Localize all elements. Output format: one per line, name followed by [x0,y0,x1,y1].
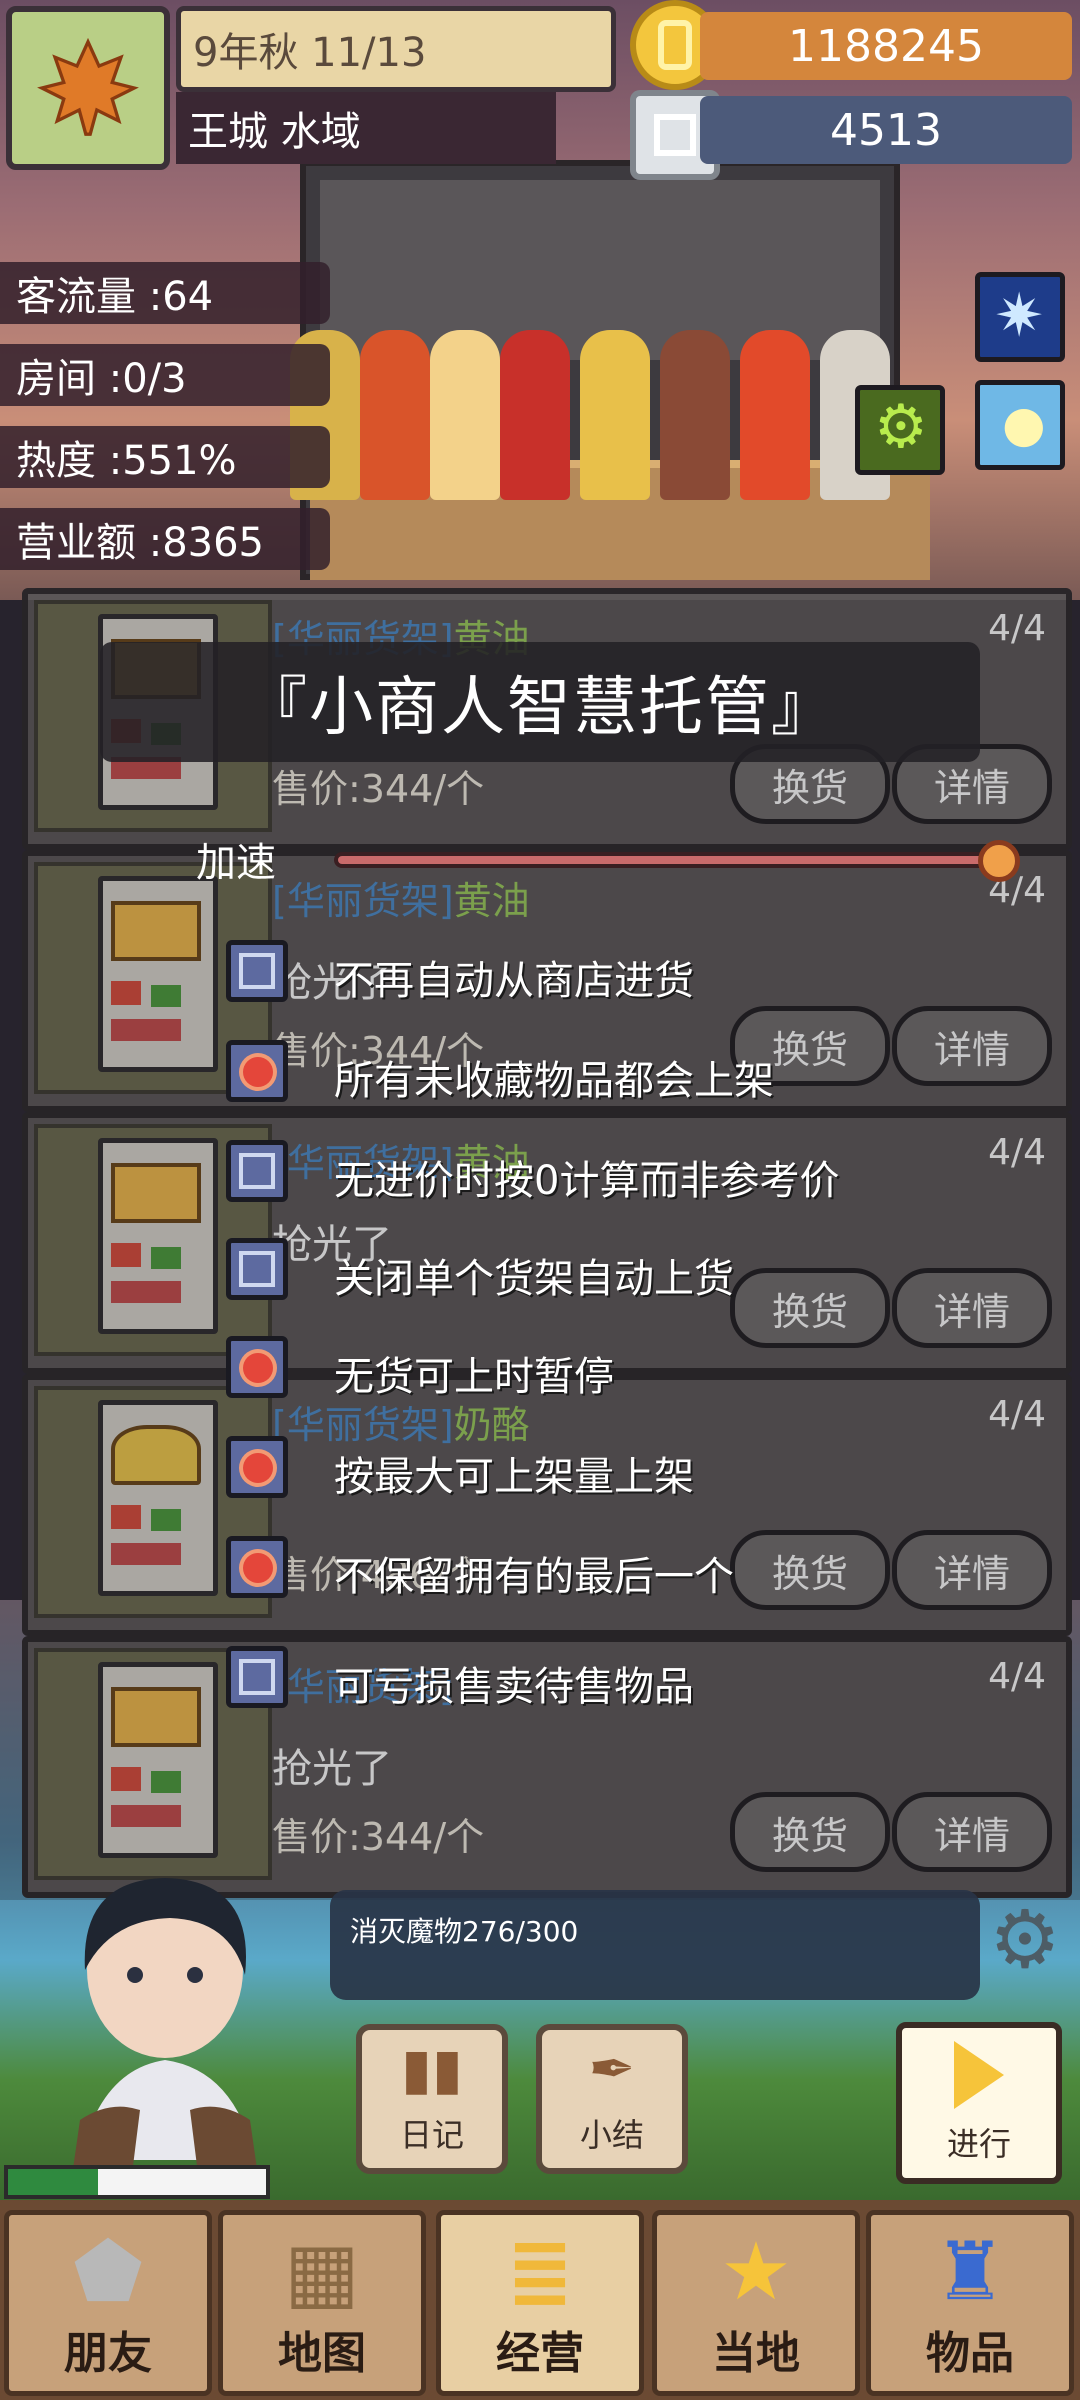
speed-label: 加速 [196,840,276,886]
speed-slider[interactable] [334,852,994,868]
stat-traffic: 客流量 :64 [0,262,330,324]
quest-tracker[interactable]: 消灭魔物276/300 [330,1890,980,2000]
diary-button[interactable]: ▮▮ 日记 [356,2024,508,2174]
option-checkbox[interactable] [226,1436,288,1498]
game-date: 9年秋 11/13 [176,6,616,92]
option-label[interactable]: 所有未收藏物品都会上架 [334,1048,774,1106]
location-label: 王城 水域 [176,92,556,164]
quill-icon: ✒ [588,2037,636,2102]
overlay-title: 『小商人智慧托管』 [100,642,980,762]
tab-map[interactable]: ▦ 地图 [218,2210,426,2396]
speed-slider-handle[interactable] [978,840,1020,882]
bag-icon: ♜ [934,2225,1006,2318]
settings-gear-icon[interactable]: ⚙ [980,1895,1070,1985]
coin-stack-icon: ≣ [506,2225,574,2318]
silver-amount: 4513 [700,96,1072,164]
tab-local[interactable]: ★ 当地 [652,2210,860,2396]
option-label[interactable]: 无货可上时暂停 [334,1344,614,1402]
map-icon: ▦ [284,2225,360,2318]
option-checkbox[interactable] [226,1646,288,1708]
player-hp-fill [8,2169,99,2195]
maple-leaf-icon[interactable] [6,6,170,170]
recycle-icon[interactable] [855,385,945,475]
tab-business[interactable]: ≣ 经营 [436,2210,644,2396]
shield-icon: ⬟ [73,2225,143,2318]
tab-friends[interactable]: ⬟ 朋友 [4,2210,212,2396]
option-label[interactable]: 按最大可上架量上架 [334,1444,694,1502]
option-label[interactable]: 关闭单个货架自动上货 [334,1246,734,1304]
lightbulb-icon[interactable] [975,380,1065,470]
burst-skill-icon[interactable] [975,272,1065,362]
option-checkbox[interactable] [226,1140,288,1202]
option-checkbox[interactable] [226,1336,288,1398]
book-icon: ▮▮ [401,2037,463,2102]
gold-amount: 1188245 [700,12,1072,80]
option-checkbox[interactable] [226,940,288,1002]
option-label[interactable]: 无进价时按0计算而非参考价 [334,1148,839,1206]
option-checkbox[interactable] [226,1238,288,1300]
option-label[interactable]: 可亏损售卖待售物品 [334,1654,694,1712]
player-avatar[interactable] [40,1860,290,2190]
stat-popularity: 热度 :551% [0,426,330,488]
player-hp-bar [4,2165,270,2199]
stat-revenue: 营业额 :8365 [0,508,330,570]
tab-items[interactable]: ♜ 物品 [866,2210,1074,2396]
option-checkbox[interactable] [226,1536,288,1598]
quest-text: 消灭魔物276/300 [350,1915,579,1948]
summary-button[interactable]: ✒ 小结 [536,2024,688,2174]
bottom-nav: ⬟ 朋友 ▦ 地图 ≣ 经营 ★ 当地 ♜ 物品 [0,2200,1080,2400]
star-icon: ★ [720,2225,792,2318]
next-button[interactable]: 进行 [896,2022,1062,2184]
option-checkbox[interactable] [226,1040,288,1102]
stat-rooms: 房间 :0/3 [0,344,330,406]
option-label[interactable]: 不再自动从商店进货 [334,948,694,1006]
option-label[interactable]: 不保留拥有的最后一个 [334,1544,734,1602]
play-icon [954,2041,1004,2109]
customer-crowd [290,300,940,500]
